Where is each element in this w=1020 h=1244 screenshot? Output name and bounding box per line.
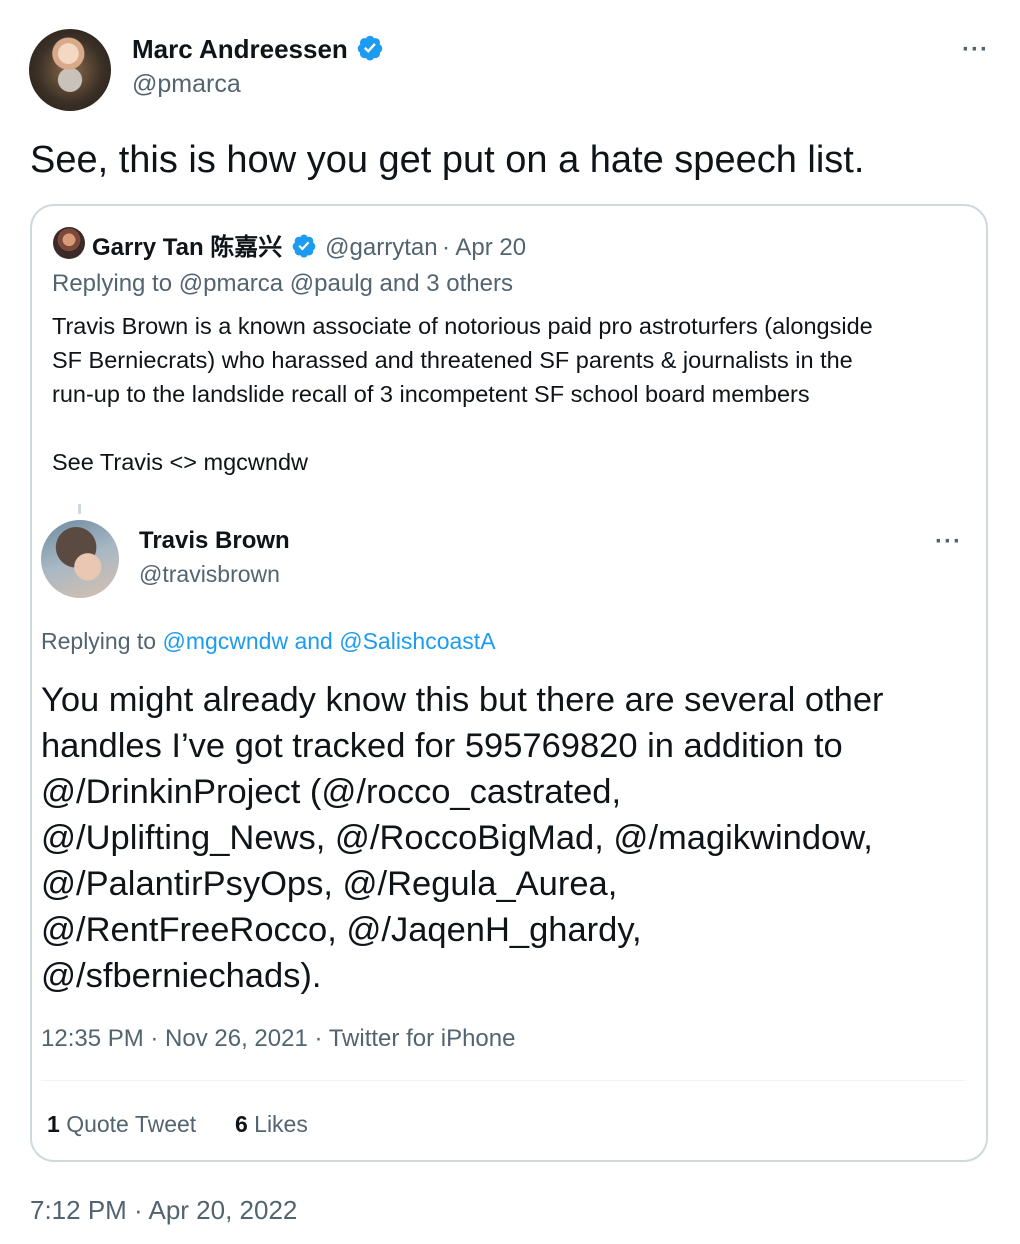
embedded-more-icon: ··· [935,528,962,555]
quote-text-line: run-up to the landslide recall of 3 inco… [52,381,810,407]
embedded-text-line: @/RentFreeRocco, @/JaqenH_ghardy, [41,911,642,949]
quote-header: Garry Tan 陈嘉兴 @garrytan · Apr 20 [92,227,526,264]
likes-label: Likes [254,1111,308,1137]
embedded-author-avatar [41,520,119,598]
author-handle[interactable]: @pmarca [132,70,241,99]
embedded-text-line: @/sfberniechads). [41,957,322,995]
tweet-timestamp[interactable]: 7:12 PM · Apr 20, 2022 [30,1195,297,1226]
quote-text-line: Travis Brown is a known associate of not… [52,313,873,339]
embedded-text-line: handles I’ve got tracked for 595769820 i… [41,727,843,765]
author-avatar[interactable] [29,29,111,111]
quote-date: · Apr 20 [442,234,527,261]
verified-badge-icon [356,34,384,67]
embedded-tweet-meta: 12:35 PM · Nov 26, 2021 · Twitter for iP… [41,1025,516,1052]
quote-author-name: Garry Tan 陈嘉兴 [92,234,283,261]
quote-text: Travis Brown is a known associate of not… [52,309,873,411]
embedded-tweet-text: You might already know this but there ar… [41,677,884,999]
embedded-text-line: You might already know this but there ar… [41,681,884,719]
tweet-text: See, this is how you get put on a hate s… [30,139,865,181]
quote-replying-to: Replying to @pmarca @paulg and 3 others [52,270,513,297]
embedded-text-line: @/DrinkinProject (@/rocco_castrated, [41,773,622,811]
likes-count: 6 [234,1111,248,1137]
embedded-author-name: Travis Brown [139,527,290,554]
embedded-stats: 1 Quote Tweet 6 Likes [47,1111,308,1138]
embedded-text-line: @/Uplifting_News, @/RoccoBigMad, @/magik… [41,819,873,857]
replying-users: @mgcwndw and @SalishcoastA [162,628,496,654]
verified-badge-icon [291,233,317,264]
thread-line [78,504,81,514]
more-options-icon[interactable]: ··· [962,36,989,64]
quote-text-line: SF Berniecrats) who harassed and threate… [52,347,853,373]
quote-author-avatar [53,227,85,259]
replying-prefix: Replying to [41,628,157,654]
embedded-author-handle: @travisbrown [139,561,280,587]
embedded-text-line: @/PalantirPsyOps, @/Regula_Aurea, [41,865,618,903]
quote-tweets-label: Quote Tweet [66,1111,197,1137]
quote-tweets-count: 1 [47,1111,60,1137]
divider [41,1080,965,1081]
author-name-row[interactable]: Marc Andreessen [132,34,384,67]
embedded-replying-to: Replying to @mgcwndw and @SalishcoastA [41,628,496,655]
quote-text-line: See Travis <> mgcwndw [52,449,308,475]
author-name[interactable]: Marc Andreessen [132,34,348,64]
quote-author-handle: @garrytan [325,234,438,261]
